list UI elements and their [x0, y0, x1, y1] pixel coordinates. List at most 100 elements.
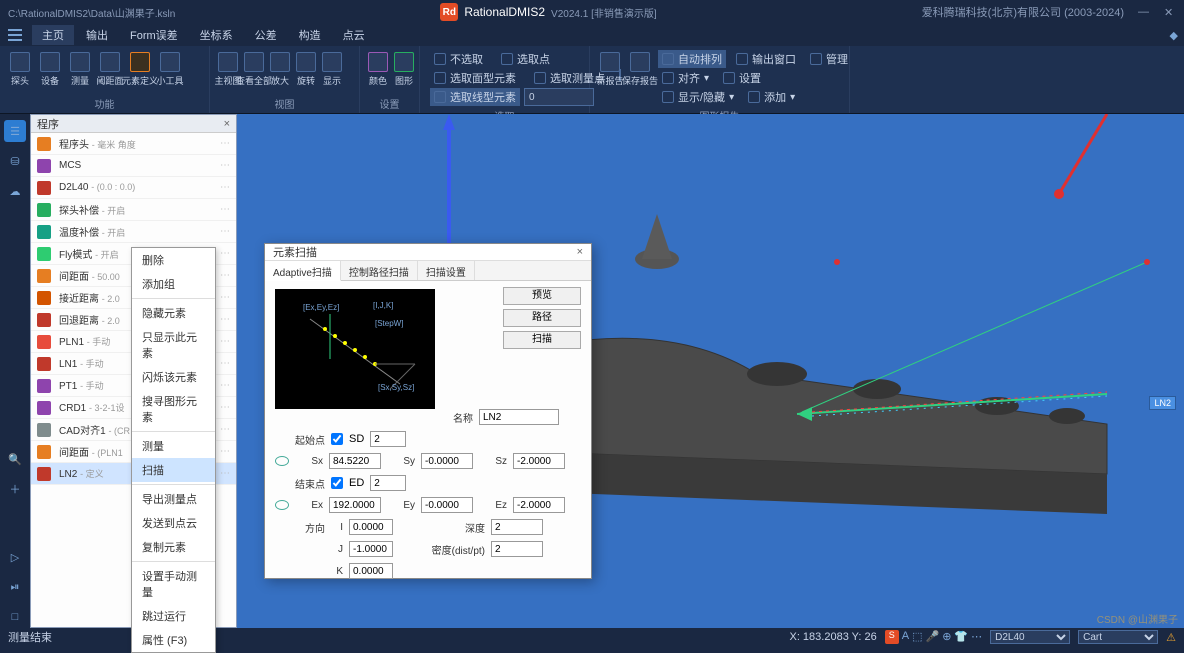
menu-crd[interactable]: 坐标系	[190, 25, 243, 45]
minimize-button[interactable]: —	[1138, 6, 1150, 18]
rib-rotate[interactable]: 旋转	[294, 50, 318, 89]
help-icon[interactable]: ◆	[1170, 29, 1178, 42]
sel-surface[interactable]: 选取面型元素	[430, 69, 520, 87]
program-panel-title: 程序	[37, 116, 59, 132]
dialog-close-icon[interactable]: ×	[577, 246, 583, 258]
sel-line[interactable]: 选取线型元素	[430, 88, 520, 106]
rib-savereport[interactable]: 保存报告	[626, 50, 654, 89]
depth-label: 深度	[445, 520, 485, 535]
density-input[interactable]	[491, 541, 543, 557]
density-label: 密度(dist/pt)	[419, 542, 485, 557]
sel-none[interactable]: 不选取	[430, 50, 487, 68]
rib-display[interactable]: 显示	[320, 50, 344, 89]
ctx-复制元素[interactable]: 复制元素	[132, 535, 215, 559]
app-logo-icon: Rd	[440, 3, 458, 21]
rep-outwin[interactable]: 输出窗口	[732, 50, 800, 68]
ctx-测量[interactable]: 测量	[132, 434, 215, 458]
program-panel-close[interactable]: ×	[224, 118, 230, 130]
status-message: 测量结束	[8, 629, 52, 645]
name-input[interactable]	[479, 409, 559, 425]
tab-control-path[interactable]: 控制路径扫描	[341, 261, 418, 280]
depth-input[interactable]	[491, 519, 543, 535]
sy-input[interactable]	[421, 453, 473, 469]
ed-checkbox[interactable]	[331, 477, 343, 489]
viewport-element-tag[interactable]: LN2	[1149, 396, 1176, 410]
ctx-搜寻图形元素[interactable]: 搜寻图形元素	[132, 389, 215, 429]
program-item-2[interactable]: D2L40 - (0.0 : 0.0)⋯	[31, 177, 236, 199]
ctx-删除[interactable]: 删除	[132, 248, 215, 272]
sidebar-step-icon[interactable]: ⏯	[4, 576, 26, 598]
ex-input[interactable]	[329, 497, 381, 513]
status-probe-select[interactable]: D2L40	[990, 630, 1070, 644]
ey-input[interactable]	[421, 497, 473, 513]
rib-tools[interactable]: 小工具	[156, 50, 184, 89]
rib-probe[interactable]: 探头	[6, 50, 34, 89]
rep-autoarrange[interactable]: 自动排列	[658, 50, 726, 68]
sel-point[interactable]: 选取点	[497, 50, 554, 68]
rep-showhide[interactable]: 显示/隐藏▾	[658, 88, 738, 106]
sd-checkbox[interactable]	[331, 433, 343, 445]
menu-pointcloud[interactable]: 点云	[333, 25, 375, 45]
status-crd-select[interactable]: Cart	[1078, 630, 1158, 644]
menu-home[interactable]: 主页	[32, 25, 74, 45]
ez-input[interactable]	[513, 497, 565, 513]
status-toolbar-icons[interactable]: S A⬚🎤⊕👕⋯	[885, 630, 982, 644]
tab-scan-settings[interactable]: 扫描设置	[418, 261, 475, 280]
rep-align[interactable]: 对齐▾	[658, 69, 713, 87]
rib-newreport[interactable]: 新报告	[596, 50, 624, 89]
menu-output[interactable]: 输出	[76, 25, 118, 45]
ctx-跳过运行[interactable]: 跳过运行	[132, 604, 215, 628]
rep-add[interactable]: 添加▾	[744, 88, 799, 106]
ctx-发送到点云[interactable]: 发送到点云	[132, 511, 215, 535]
sd-input[interactable]	[370, 431, 406, 447]
rib-viewall[interactable]: 查看全部	[242, 50, 266, 89]
ctx-添加组[interactable]: 添加组	[132, 272, 215, 296]
scan-button[interactable]: 扫描	[503, 331, 581, 349]
ctx-隐藏元素[interactable]: 隐藏元素	[132, 301, 215, 325]
rep-settings[interactable]: 设置	[719, 69, 765, 87]
sidebar-stop-icon[interactable]: □	[4, 606, 26, 628]
k-input[interactable]	[349, 563, 393, 579]
hamburger-icon[interactable]	[8, 29, 22, 41]
start-eye-icon[interactable]	[275, 456, 289, 466]
preview-button[interactable]: 预览	[503, 287, 581, 305]
program-item-1[interactable]: MCS ⋯	[31, 155, 236, 177]
program-item-4[interactable]: 温度补偿 - 开启⋯	[31, 221, 236, 243]
menu-construct[interactable]: 构造	[289, 25, 331, 45]
path-button[interactable]: 路径	[503, 309, 581, 327]
ctx-属性 (F3)[interactable]: 属性 (F3)	[132, 628, 215, 652]
end-eye-icon[interactable]	[275, 500, 289, 510]
ctx-设置手动测量[interactable]: 设置手动测量	[132, 564, 215, 604]
sidebar-add-icon[interactable]: ＋	[4, 478, 26, 500]
program-item-3[interactable]: 探头补偿 - 开启⋯	[31, 199, 236, 221]
rep-manage[interactable]: 管理	[806, 50, 852, 68]
j-input[interactable]	[349, 541, 393, 557]
ctx-只显示此元素[interactable]: 只显示此元素	[132, 325, 215, 365]
rib-color[interactable]: 颜色	[366, 50, 390, 89]
rib-threshold[interactable]: 阈距面	[96, 50, 124, 89]
sx-input[interactable]	[329, 453, 381, 469]
rib-element-def[interactable]: 元素定义	[126, 50, 154, 89]
rib-zoom[interactable]: 放大	[268, 50, 292, 89]
ed-input[interactable]	[370, 475, 406, 491]
sidebar-play-icon[interactable]: ▷	[4, 546, 26, 568]
rib-shape[interactable]: 图形	[392, 50, 416, 89]
program-item-0[interactable]: 程序头 - 毫米 角度⋯	[31, 133, 236, 155]
sidebar-tree-icon[interactable]: ⛁	[4, 150, 26, 172]
sz-input[interactable]	[513, 453, 565, 469]
rib-device[interactable]: 设备	[36, 50, 64, 89]
ctx-闪烁该元素[interactable]: 闪烁该元素	[132, 365, 215, 389]
i-input[interactable]	[349, 519, 393, 535]
close-button[interactable]: ✕	[1164, 6, 1176, 18]
sidebar-cloud-icon[interactable]: ☁	[4, 180, 26, 202]
warning-icon[interactable]: ⚠	[1166, 631, 1176, 644]
menu-tol[interactable]: 公差	[245, 25, 287, 45]
sidebar-list-icon[interactable]: ☰	[4, 120, 26, 142]
sel-combo[interactable]	[524, 88, 594, 106]
rib-measure[interactable]: 测量	[66, 50, 94, 89]
ctx-导出测量点[interactable]: 导出测量点	[132, 487, 215, 511]
tab-adaptive[interactable]: Adaptive扫描	[265, 261, 341, 281]
ctx-扫描[interactable]: 扫描	[132, 458, 215, 482]
sidebar-search-icon[interactable]: 🔍	[4, 448, 26, 470]
menu-form[interactable]: Form误差	[120, 25, 188, 45]
